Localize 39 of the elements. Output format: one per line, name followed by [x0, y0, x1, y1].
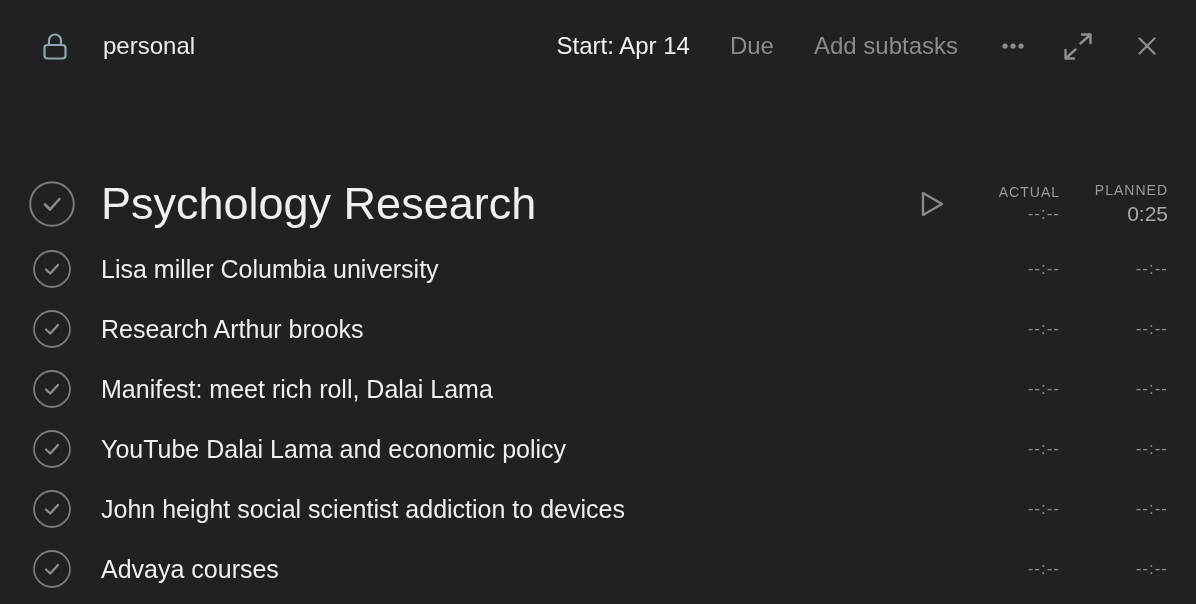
planned-time[interactable]: --:-- [1135, 499, 1168, 519]
check-circle-icon[interactable] [33, 310, 71, 348]
actual-time[interactable]: --:-- [1027, 259, 1060, 279]
due-date-button[interactable]: Due [729, 32, 774, 60]
actual-time[interactable]: --:-- [1027, 439, 1060, 459]
lock-icon [43, 32, 67, 60]
more-icon[interactable] [1002, 43, 1024, 49]
planned-time[interactable]: --:-- [1135, 559, 1168, 579]
actual-time[interactable]: --:-- [1027, 319, 1060, 339]
check-circle-icon[interactable] [33, 490, 71, 528]
actual-time[interactable]: --:-- [1027, 204, 1060, 224]
planned-time[interactable]: --:-- [1135, 319, 1168, 339]
close-icon[interactable] [1138, 37, 1156, 55]
planned-column-header: PLANNED [1094, 182, 1168, 198]
actual-time[interactable]: --:-- [1027, 379, 1060, 399]
subtask-title[interactable]: Advaya courses [101, 554, 279, 584]
subtask-title[interactable]: John height social scientist addiction to devices [101, 494, 625, 524]
check-circle-icon[interactable] [33, 430, 71, 468]
check-circle-icon[interactable] [33, 250, 71, 288]
play-icon[interactable] [921, 191, 944, 217]
subtask-title[interactable]: YouTube Dalai Lama and economic policy [101, 434, 567, 464]
list-name[interactable]: personal [103, 32, 196, 60]
planned-time[interactable]: --:-- [1135, 439, 1168, 459]
actual-time[interactable]: --:-- [1027, 499, 1060, 519]
planned-time[interactable]: --:-- [1135, 379, 1168, 399]
expand-icon[interactable] [1064, 32, 1092, 60]
subtask-title[interactable]: Research Arthur brooks [101, 314, 364, 344]
subtask-title[interactable]: Lisa miller Columbia university [101, 254, 439, 284]
check-circle-icon[interactable] [33, 370, 71, 408]
check-circle-icon[interactable] [29, 181, 75, 227]
subtask-title[interactable]: Manifest: meet rich roll, Dalai Lama [101, 374, 493, 404]
add-subtasks-button[interactable]: Add subtasks [813, 32, 958, 60]
task-title[interactable]: Psychology Research [101, 178, 537, 230]
check-circle-icon[interactable] [33, 550, 71, 588]
planned-time[interactable]: 0:25 [1127, 202, 1168, 226]
actual-column-header: ACTUAL [998, 184, 1060, 200]
planned-time[interactable]: --:-- [1135, 259, 1168, 279]
start-date-button[interactable]: Start: Apr 14 [556, 32, 690, 60]
actual-time[interactable]: --:-- [1027, 559, 1060, 579]
